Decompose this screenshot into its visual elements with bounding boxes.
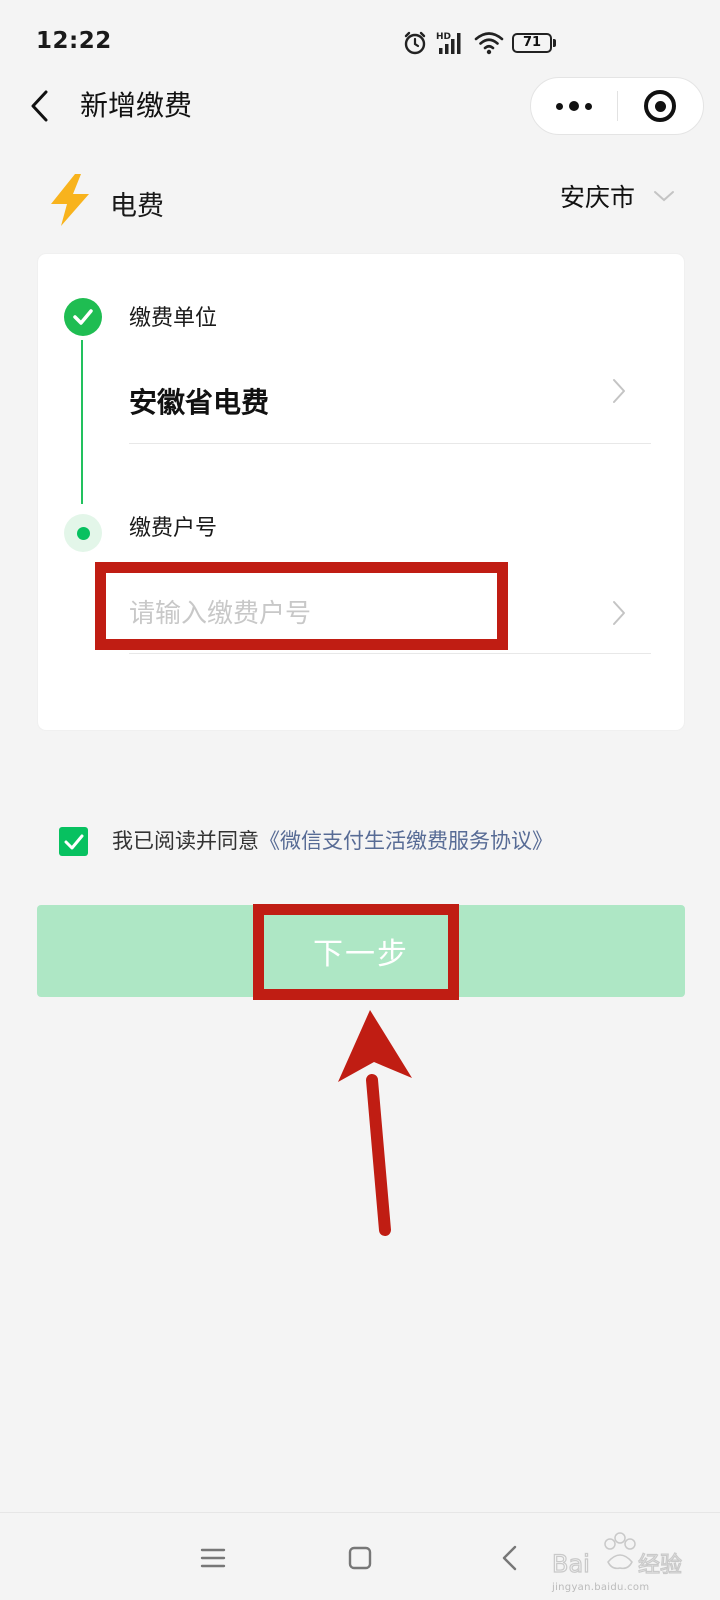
chevron-right-icon: [613, 379, 625, 403]
svg-text:Bai: Bai: [552, 1550, 590, 1578]
svg-text:HD: HD: [436, 32, 451, 42]
agreement-checkbox[interactable]: [59, 827, 88, 856]
target-icon: [644, 90, 677, 122]
agreement-prefix: 我已阅读并同意: [112, 829, 259, 853]
agreement-text: 我已阅读并同意《微信支付生活缴费服务协议》: [112, 827, 553, 856]
annotation-box-button: [253, 904, 459, 1000]
svg-text:经验: 经验: [638, 1553, 682, 1578]
alarm-icon: [404, 31, 426, 55]
page-title: 新增缴费: [80, 89, 193, 122]
chevron-left-icon: [31, 90, 48, 122]
home-icon[interactable]: [343, 1541, 377, 1575]
watermark-url: jingyan.baidu.com: [552, 1582, 650, 1593]
miniprogram-capsule: [530, 77, 704, 135]
checkmark-icon: [64, 834, 83, 849]
unit-label: 缴费单位: [129, 306, 218, 331]
agreement-link[interactable]: 《微信支付生活缴费服务协议》: [259, 829, 553, 853]
status-icons: HD 71: [402, 28, 556, 58]
chevron-down-icon: [654, 191, 675, 202]
close-miniprogram-button[interactable]: [618, 77, 704, 135]
divider: [129, 653, 651, 654]
lightning-icon: [51, 174, 89, 226]
menu-icon[interactable]: [196, 1541, 230, 1575]
service-name: 电费: [110, 191, 164, 222]
more-menu-button[interactable]: [531, 77, 617, 135]
city-name: 安庆市: [560, 183, 636, 212]
more-dots-icon: [555, 101, 592, 111]
city-selector[interactable]: 安庆市: [560, 178, 675, 214]
wifi-icon: [474, 32, 504, 55]
back-button[interactable]: [26, 86, 56, 126]
annotation-arrow: [338, 1010, 412, 1236]
chevron-right-icon[interactable]: [607, 598, 631, 628]
battery-icon: 71: [512, 33, 556, 53]
hd-signal-icon: HD: [436, 32, 461, 54]
annotation-box-input: [95, 562, 508, 650]
step-connector: [81, 340, 83, 504]
unit-select-row[interactable]: 安徽省电费: [129, 362, 651, 434]
step-complete-icon: [64, 298, 102, 336]
status-bar: 12:22 HD 71: [0, 0, 720, 86]
step-current-icon: [64, 514, 102, 552]
back-nav-icon[interactable]: [494, 1541, 528, 1575]
divider: [129, 443, 651, 444]
unit-value: 安徽省电费: [129, 386, 270, 419]
status-time: 12:22: [36, 28, 112, 54]
account-label: 缴费户号: [129, 516, 218, 541]
